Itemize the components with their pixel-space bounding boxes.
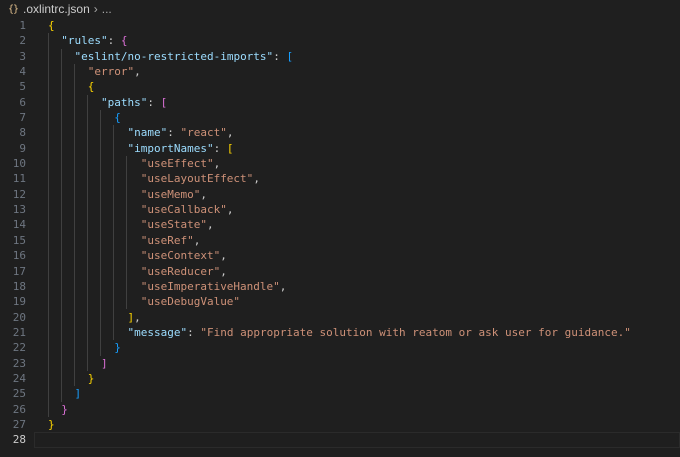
code-line: 27} xyxy=(0,417,680,432)
code-line: 2 "rules": { xyxy=(0,33,680,48)
json-string: "useEffect" xyxy=(140,157,214,171)
json-string: "useImperativeHandle" xyxy=(140,279,280,293)
code-line: 17 "useReducer", xyxy=(0,264,680,279)
brace: { xyxy=(87,80,95,94)
code-line: 22 } xyxy=(0,340,680,355)
brace: } xyxy=(87,371,95,385)
json-string: "useCallback" xyxy=(140,203,227,217)
code-line: 13 "useCallback", xyxy=(0,202,680,217)
json-key: "name" xyxy=(127,126,168,140)
line-number: 8 xyxy=(19,126,26,140)
line-number: 7 xyxy=(19,111,26,125)
code-line: 24 } xyxy=(0,371,680,386)
json-braces-icon: {} xyxy=(8,3,19,15)
brace: { xyxy=(114,111,121,125)
json-string: "useLayoutEffect" xyxy=(140,172,254,186)
code-line: 3 "eslint/no-restricted-imports": [ xyxy=(0,49,680,64)
line-number: 6 xyxy=(19,95,26,109)
code-line: 15 "useRef", xyxy=(0,233,680,248)
line-number: 5 xyxy=(19,80,26,94)
brace: } xyxy=(114,341,121,355)
line-number: 25 xyxy=(12,387,26,401)
line-number: 28 xyxy=(12,433,26,447)
json-string: "useState" xyxy=(140,218,207,232)
bracket: [ xyxy=(286,49,294,63)
breadcrumb-file[interactable]: .oxlintrc.json xyxy=(23,2,90,16)
breadcrumb-more[interactable]: ... xyxy=(102,2,112,16)
bracket: ] xyxy=(100,356,108,370)
current-line[interactable]: 28 xyxy=(13,432,680,448)
json-key: "paths" xyxy=(100,95,148,109)
json-string: "react" xyxy=(180,126,227,140)
line-number: 13 xyxy=(12,203,26,217)
line-number: 3 xyxy=(19,49,26,63)
code-line: 25 ] xyxy=(0,386,680,401)
json-key: "eslint/no-restricted-imports" xyxy=(74,49,274,63)
line-number: 2 xyxy=(19,34,26,48)
line-number: 12 xyxy=(12,187,26,201)
code-line: 9 "importNames": [ xyxy=(0,141,680,156)
code-line: 23 ] xyxy=(0,356,680,371)
code-line: 4 "error", xyxy=(0,64,680,79)
line-number: 17 xyxy=(12,264,26,278)
code-line: 26 } xyxy=(0,402,680,417)
brace: } xyxy=(48,417,55,431)
code-line: 18 "useImperativeHandle", xyxy=(0,279,680,294)
line-number: 1 xyxy=(19,19,26,32)
code-line: 19 "useDebugValue" xyxy=(0,294,680,309)
line-number: 11 xyxy=(12,172,26,186)
line-number: 15 xyxy=(12,233,26,247)
code-lines[interactable]: 1{ 2 "rules": { 3 "eslint/no-restricted-… xyxy=(0,18,680,448)
code-line: 7 { xyxy=(0,110,680,125)
line-number: 20 xyxy=(12,310,26,324)
line-number: 21 xyxy=(12,325,26,339)
code-editor[interactable]: {} .oxlintrc.json › ... 1{ 2 "rules": { … xyxy=(0,0,680,457)
line-number: 26 xyxy=(12,402,26,416)
json-key: "rules" xyxy=(61,34,108,48)
code-line: 8 "name": "react", xyxy=(0,125,680,140)
brace: { xyxy=(120,34,128,48)
code-line: 16 "useContext", xyxy=(0,248,680,263)
line-number: 24 xyxy=(12,371,26,385)
json-key: "message" xyxy=(127,325,188,339)
line-number: 4 xyxy=(19,65,26,79)
bracket: [ xyxy=(160,95,168,109)
line-number: 22 xyxy=(12,341,26,355)
code-line: 20 ], xyxy=(0,310,680,325)
json-string: "useDebugValue" xyxy=(140,295,241,309)
code-line: 6 "paths": [ xyxy=(0,95,680,110)
bracket: [ xyxy=(226,141,234,155)
line-number: 18 xyxy=(12,279,26,293)
breadcrumb: {} .oxlintrc.json › ... xyxy=(0,0,680,18)
json-string: "useRef" xyxy=(140,233,194,247)
code-line: 12 "useMemo", xyxy=(0,187,680,202)
json-key: "importNames" xyxy=(127,141,214,155)
brace: { xyxy=(48,19,55,32)
code-line: 10 "useEffect", xyxy=(0,156,680,171)
line-number: 23 xyxy=(12,356,26,370)
json-string: "error" xyxy=(87,65,135,79)
brace: } xyxy=(61,402,68,416)
json-string: "useReducer" xyxy=(140,264,221,278)
json-string: "useMemo" xyxy=(140,187,201,201)
code-line: 11 "useLayoutEffect", xyxy=(0,171,680,186)
line-number: 10 xyxy=(12,157,26,171)
line-number: 19 xyxy=(12,295,26,309)
line-number: 9 xyxy=(19,141,26,155)
code-line: 21 "message": "Find appropriate solution… xyxy=(0,325,680,340)
json-string: "Find appropriate solution with reatom o… xyxy=(200,325,631,339)
code-line: 14 "useState", xyxy=(0,217,680,232)
line-number: 14 xyxy=(12,218,26,232)
code-line: 1{ xyxy=(0,18,680,33)
line-number: 27 xyxy=(12,417,26,431)
chevron-right-icon: › xyxy=(93,2,98,16)
bracket: ] xyxy=(74,387,82,401)
code-line: 5 { xyxy=(0,79,680,94)
line-number: 16 xyxy=(12,249,26,263)
json-string: "useContext" xyxy=(140,249,221,263)
